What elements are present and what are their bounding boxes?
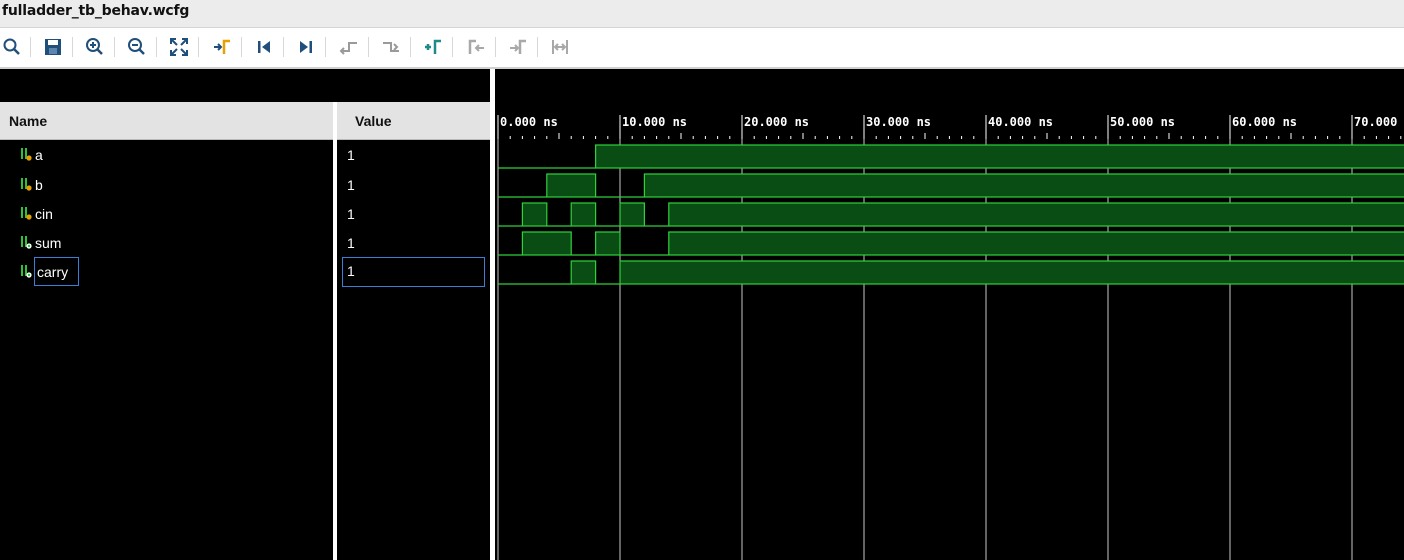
wave-high-segment xyxy=(594,144,1404,169)
signal-row-b[interactable]: b xyxy=(20,175,220,197)
next-marker-icon[interactable] xyxy=(506,35,530,59)
signal-value: 1 xyxy=(347,263,355,279)
wave-high-segment xyxy=(619,202,645,227)
wave-high-segment xyxy=(668,202,1404,227)
go-to-cursor-icon[interactable] xyxy=(210,35,234,59)
previous-marker-icon[interactable] xyxy=(464,35,488,59)
toolbar-separator xyxy=(495,37,496,57)
toolbar-separator xyxy=(325,37,326,57)
zoom-in-icon[interactable] xyxy=(83,35,107,59)
signal-value-selected: 1 xyxy=(342,257,485,287)
value-column-header[interactable]: Value xyxy=(337,102,490,140)
toolbar-separator xyxy=(72,37,73,57)
search-icon[interactable] xyxy=(0,35,24,59)
name-column-label: Name xyxy=(9,113,48,129)
ruler-label: 20.000 ns xyxy=(744,115,809,129)
signal-row-a[interactable]: a xyxy=(20,145,220,167)
swap-cursors-icon[interactable] xyxy=(548,35,572,59)
toolbar xyxy=(0,28,1404,69)
signal-value: 1 xyxy=(347,235,355,251)
value-column-label: Value xyxy=(355,113,392,129)
toolbar-separator xyxy=(537,37,538,57)
signal-value: 1 xyxy=(347,177,355,193)
signal-name: cin xyxy=(35,206,53,222)
wave-high-segment xyxy=(594,231,621,256)
toolbar-separator xyxy=(368,37,369,57)
ruler-label: 10.000 ns xyxy=(622,115,687,129)
save-icon[interactable] xyxy=(41,35,65,59)
add-marker-icon[interactable] xyxy=(421,35,445,59)
title-bar: fulladder_tb_behav.wcfg xyxy=(0,0,1404,28)
ruler-label: 70.000 xyxy=(1354,115,1397,129)
toolbar-separator xyxy=(30,37,31,57)
toolbar-separator xyxy=(452,37,453,57)
wave-high-segment xyxy=(619,260,1404,285)
toolbar-separator xyxy=(283,37,284,57)
signal-name: b xyxy=(35,177,43,193)
signal-value: 1 xyxy=(347,206,355,222)
wave-high-segment xyxy=(521,202,548,227)
toolbar-separator xyxy=(198,37,199,57)
wave-high-segment xyxy=(546,173,597,198)
signal-row-carry[interactable]: carry xyxy=(20,257,220,286)
ruler-label: 60.000 ns xyxy=(1232,115,1297,129)
wave-high-segment xyxy=(570,260,597,285)
ruler-label: 40.000 ns xyxy=(988,115,1053,129)
go-to-time-0-icon[interactable] xyxy=(252,35,276,59)
signal-name: a xyxy=(35,147,43,163)
wave-high-segment xyxy=(668,231,1404,256)
toolbar-separator xyxy=(156,37,157,57)
window-title: fulladder_tb_behav.wcfg xyxy=(2,3,190,19)
wave-high-segment xyxy=(570,202,597,227)
go-to-last-time-icon[interactable] xyxy=(294,35,318,59)
toolbar-separator xyxy=(410,37,411,57)
signal-row-sum[interactable]: sum xyxy=(20,233,220,255)
signal-row-cin[interactable]: cin xyxy=(20,204,220,226)
input-signal-icon xyxy=(21,178,32,191)
signal-value: 1 xyxy=(347,147,355,163)
output-signal-icon xyxy=(21,265,32,278)
toolbar-separator xyxy=(241,37,242,57)
signal-name-selected: carry xyxy=(34,257,79,286)
next-transition-icon[interactable] xyxy=(379,35,403,59)
column-divider[interactable] xyxy=(333,102,337,560)
wave-high-segment xyxy=(521,231,572,256)
signal-name: sum xyxy=(35,235,62,251)
ruler-label: 0.000 ns xyxy=(500,115,558,129)
name-column-header[interactable]: Name xyxy=(0,102,333,140)
name-panel-top xyxy=(0,69,490,102)
zoom-out-icon[interactable] xyxy=(125,35,149,59)
toolbar-separator xyxy=(114,37,115,57)
output-signal-icon xyxy=(21,236,32,249)
ruler-label: 30.000 ns xyxy=(866,115,931,129)
ruler-label: 50.000 ns xyxy=(1110,115,1175,129)
input-signal-icon xyxy=(21,207,32,220)
previous-transition-icon[interactable] xyxy=(337,35,361,59)
zoom-fit-icon[interactable] xyxy=(167,35,191,59)
waveform-canvas[interactable]: 0.000 ns 10.000 ns 20.000 ns 30.000 ns 40.00… xyxy=(495,69,1404,560)
input-signal-icon xyxy=(21,148,32,161)
wave-high-segment xyxy=(643,173,1404,198)
